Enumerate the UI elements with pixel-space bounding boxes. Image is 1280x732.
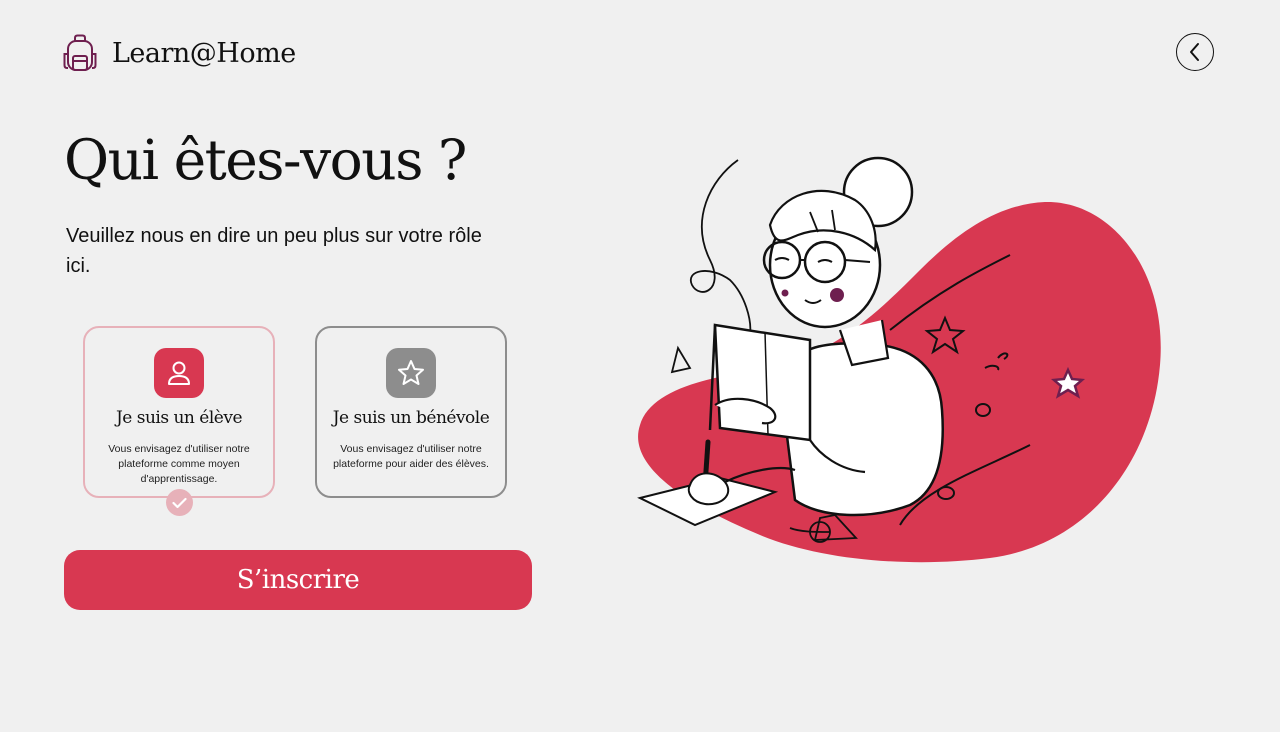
app-logo: Learn@Home (62, 34, 296, 72)
role-card-volunteer[interactable]: Je suis un bénévole Vous envisagez d'uti… (315, 326, 507, 498)
role-title: Je suis un bénévole (332, 408, 490, 428)
back-button[interactable] (1176, 33, 1214, 71)
page-title: Qui êtes-vous ? (64, 128, 467, 192)
role-icon-box (154, 348, 204, 398)
page-subtitle: Veuillez nous en dire un peu plus sur vo… (66, 225, 482, 277)
star-icon (398, 360, 424, 385)
role-card-student[interactable]: Je suis un élève Vous envisagez d'utilis… (83, 326, 275, 498)
student-reading-illustration (637, 156, 1161, 563)
selected-check-icon (166, 489, 193, 516)
chevron-left-icon (1190, 43, 1199, 61)
signup-button[interactable]: S’inscrire (64, 550, 532, 610)
user-icon (168, 361, 190, 385)
backpack-icon (63, 34, 97, 71)
role-description: Vous envisagez d'utiliser notre platefor… (333, 443, 489, 470)
role-title: Je suis un élève (115, 408, 243, 428)
app-name: Learn@Home (112, 37, 296, 69)
role-description: Vous envisagez d'utiliser notre platefor… (108, 443, 250, 485)
role-icon-box (386, 348, 436, 398)
